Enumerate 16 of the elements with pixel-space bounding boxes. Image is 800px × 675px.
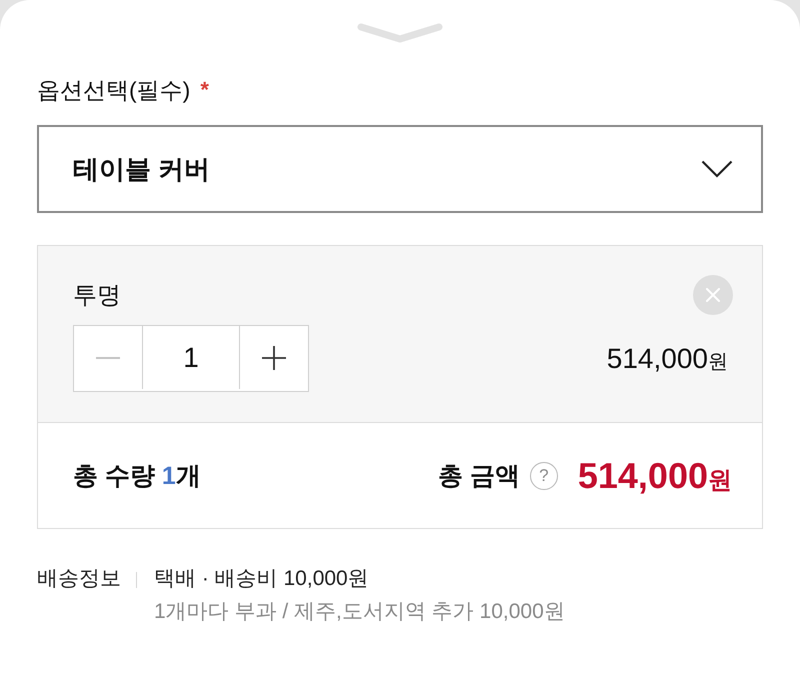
total-amount-label: 총 금액 <box>438 461 520 492</box>
plus-icon <box>262 346 286 370</box>
shipping-method: 택배 · 배송비 10,000원 <box>154 566 370 592</box>
shipping-label: 배송정보 <box>37 566 121 592</box>
shipping-note: 1개마다 부과 / 제주,도서지역 추가 10,000원 <box>154 599 565 625</box>
minus-icon <box>96 356 120 358</box>
option-name: 투명 <box>73 281 121 311</box>
remove-button[interactable] <box>693 275 733 315</box>
chevron-down-icon <box>701 160 733 178</box>
close-icon <box>706 288 720 302</box>
option-label: 옵션선택(필수) <box>37 76 190 105</box>
option-select[interactable]: 테이블 커버 <box>37 125 763 213</box>
required-mark: * <box>200 76 209 104</box>
option-price: 514,000원 <box>606 342 728 374</box>
total-amount: 514,000원 <box>578 454 732 496</box>
total-quantity: 총 수량 1개 <box>73 461 201 492</box>
